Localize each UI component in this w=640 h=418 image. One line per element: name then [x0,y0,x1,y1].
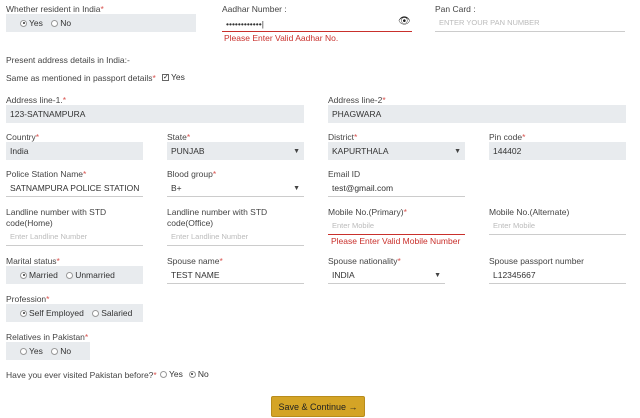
same-as-passport-checkbox[interactable]: ✓ Yes [162,72,185,82]
chevron-down-icon: ▼ [293,148,300,155]
profession-radio-group: Self Employed Salaried [6,304,143,322]
profession-self-employed-radio[interactable]: Self Employed [20,308,84,318]
marital-married-radio[interactable]: Married [20,270,58,280]
pan-input[interactable]: ENTER YOUR PAN NUMBER [435,14,625,32]
relatives-no-radio[interactable]: No [51,346,71,356]
marital-unmarried-radio[interactable]: Unmarried [66,270,115,280]
state-select[interactable]: PUNJAB ▼ [167,142,304,160]
police-input[interactable]: SATNAMPURA POLICE STATION [6,179,143,197]
aadhar-input[interactable]: ••••••••••••| [222,15,412,32]
aadhar-label: Aadhar Number : [222,4,287,14]
chevron-down-icon: ▼ [434,272,441,279]
spouse-name-input[interactable]: TEST NAME [167,266,304,284]
chevron-down-icon: ▼ [454,148,461,155]
mobile-alt-input[interactable]: Enter Mobile [489,217,626,235]
show-password-eye-icon[interactable]: 👁 [398,16,411,27]
visited-radio-group: Yes No [160,369,215,379]
spouse-passport-input[interactable]: L12345667 [489,266,626,284]
chevron-down-icon: ▼ [293,185,300,192]
residency-radio-group: Yes No [6,14,196,32]
relatives-radio-group: Yes No [6,342,90,360]
relatives-yes-radio[interactable]: Yes [20,346,43,356]
visited-no-radio[interactable]: No [188,369,209,379]
mobile-primary-input[interactable]: Enter Mobile [328,217,465,235]
landline-home-input[interactable]: Enter Landline Number [6,228,143,246]
same-as-passport-label: Same as mentioned in passport details* [6,73,156,83]
landline-office-label: Landline number with STD code(Office) [167,207,268,228]
present-address-heading: Present address details in India:- [6,55,130,65]
spouse-nationality-select[interactable]: INDIA ▼ [328,266,445,284]
save-continue-button[interactable]: Save & Continue → [271,396,365,417]
marital-radio-group: Married Unmarried [6,266,143,284]
landline-office-input[interactable]: Enter Landline Number [167,228,304,246]
profession-salaried-radio[interactable]: Salaried [92,308,132,318]
residency-no-radio[interactable]: No [51,18,71,28]
district-select[interactable]: KAPURTHALA ▼ [328,142,465,160]
email-input[interactable]: test@gmail.com [328,179,465,197]
visited-label: Have you ever visited Pakistan before?* [6,370,157,380]
blood-select[interactable]: B+ ▼ [167,179,304,197]
pincode-input[interactable]: 144402 [489,142,626,160]
aadhar-error: Please Enter Valid Aadhar No. [224,33,339,43]
landline-home-label: Landline number with STD code(Home) [6,207,107,228]
address1-input[interactable]: 123-SATNAMPURA [6,105,304,123]
residency-yes-radio[interactable]: Yes [20,18,43,28]
country-input[interactable]: India [6,142,143,160]
mobile-primary-error: Please Enter Valid Mobile Number [331,236,461,246]
address2-input[interactable]: PHAGWARA [328,105,626,123]
visited-yes-radio[interactable]: Yes [160,369,183,379]
